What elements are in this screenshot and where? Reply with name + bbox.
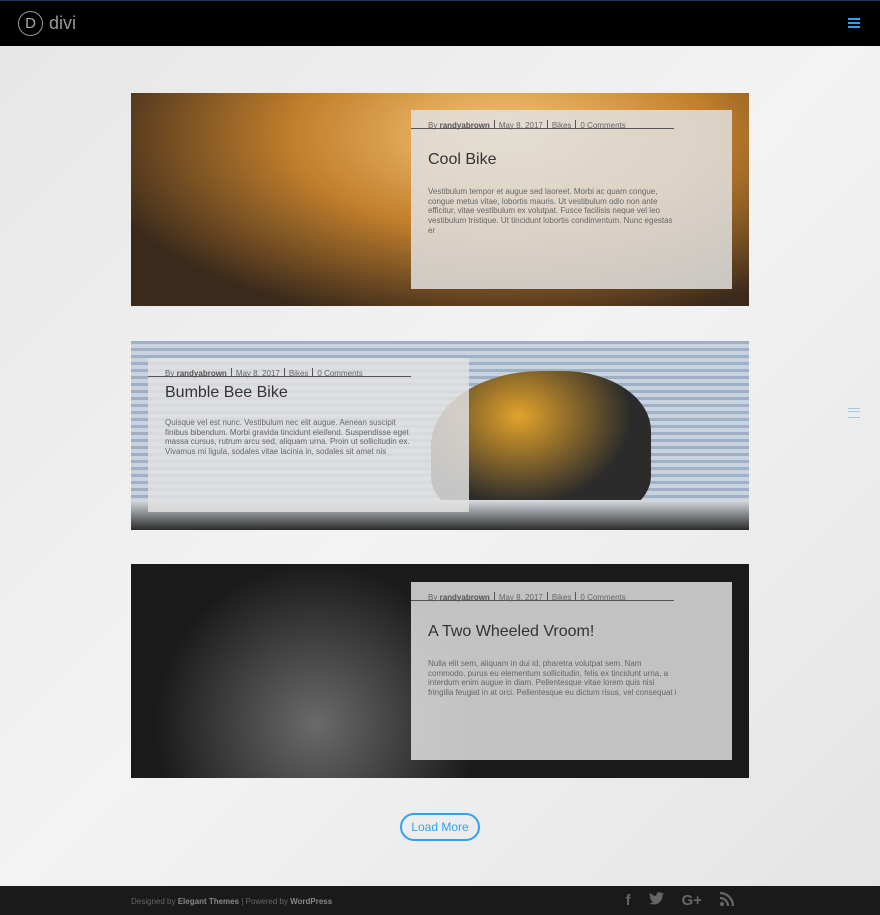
- twitter-icon[interactable]: [648, 892, 664, 910]
- by-label: By: [165, 369, 175, 378]
- site-logo[interactable]: D divi: [18, 11, 76, 36]
- post-excerpt: Nulla elit sem, aliquam in dui id, phare…: [428, 659, 677, 698]
- footer-credits: Designed by Elegant Themes | Powered by …: [131, 897, 332, 906]
- rss-icon[interactable]: [719, 891, 735, 910]
- facebook-icon[interactable]: f: [626, 892, 631, 910]
- post-overlay: By randyabrown May 8, 2017 Bikes 0 Comments…: [411, 582, 732, 760]
- post-card: By randyabrown May 8, 2017 Bikes 0 Comments…: [131, 341, 749, 530]
- load-more-button[interactable]: Load More: [400, 813, 480, 841]
- post-card: By randyabrown May 8, 2017 Bikes 0 Comments…: [131, 564, 749, 778]
- elegant-themes-link[interactable]: Elegant Themes: [178, 897, 239, 906]
- side-menu-icon[interactable]: [848, 408, 860, 418]
- category-link[interactable]: Bikes: [552, 121, 572, 130]
- comments-link[interactable]: 0 Comments: [580, 593, 625, 602]
- post-meta: By randyabrown May 8, 2017 Bikes 0 Comments: [148, 358, 411, 378]
- post-title[interactable]: Bumble Bee Bike: [165, 384, 452, 402]
- post-excerpt: Quisque vel est nunc. Vestibulum nec eli…: [165, 418, 410, 457]
- google-plus-icon[interactable]: G+: [682, 892, 702, 910]
- author-link[interactable]: randyabrown: [440, 121, 490, 130]
- social-icons: f G+: [626, 891, 735, 910]
- post-title[interactable]: Cool Bike: [428, 151, 715, 169]
- credit-text: Designed by: [131, 897, 176, 906]
- post-overlay: By randyabrown May 8, 2017 Bikes 0 Comments…: [148, 358, 469, 512]
- author-link[interactable]: randyabrown: [440, 593, 490, 602]
- credit-text: | Powered by: [241, 897, 288, 906]
- post-excerpt: Vestibulum tempor et augue sed laoreet. …: [428, 187, 673, 235]
- menu-hamburger-icon[interactable]: [848, 18, 860, 28]
- post-meta: By randyabrown May 8, 2017 Bikes 0 Comments: [411, 110, 674, 130]
- post-meta: By randyabrown May 8, 2017 Bikes 0 Comments: [411, 582, 674, 602]
- comments-link[interactable]: 0 Comments: [580, 121, 625, 130]
- author-link[interactable]: randyabrown: [177, 369, 227, 378]
- by-label: By: [428, 121, 438, 130]
- post-date: May 8, 2017: [498, 121, 543, 130]
- post-date: May 8, 2017: [235, 369, 280, 378]
- site-footer: Designed by Elegant Themes | Powered by …: [0, 886, 880, 915]
- post-overlay: By randyabrown May 8, 2017 Bikes 0 Comments…: [411, 110, 732, 289]
- logo-text: divi: [49, 13, 77, 33]
- comments-link[interactable]: 0 Comments: [317, 369, 362, 378]
- post-date: May 8, 2017: [498, 593, 543, 602]
- post-card: By randyabrown May 8, 2017 Bikes 0 Comments…: [131, 93, 749, 306]
- post-title[interactable]: A Two Wheeled Vroom!: [428, 623, 715, 641]
- wordpress-link[interactable]: WordPress: [290, 897, 332, 906]
- by-label: By: [428, 593, 438, 602]
- site-header: D divi: [0, 0, 880, 46]
- category-link[interactable]: Bikes: [289, 369, 309, 378]
- logo-mark: D: [18, 11, 43, 36]
- category-link[interactable]: Bikes: [552, 593, 572, 602]
